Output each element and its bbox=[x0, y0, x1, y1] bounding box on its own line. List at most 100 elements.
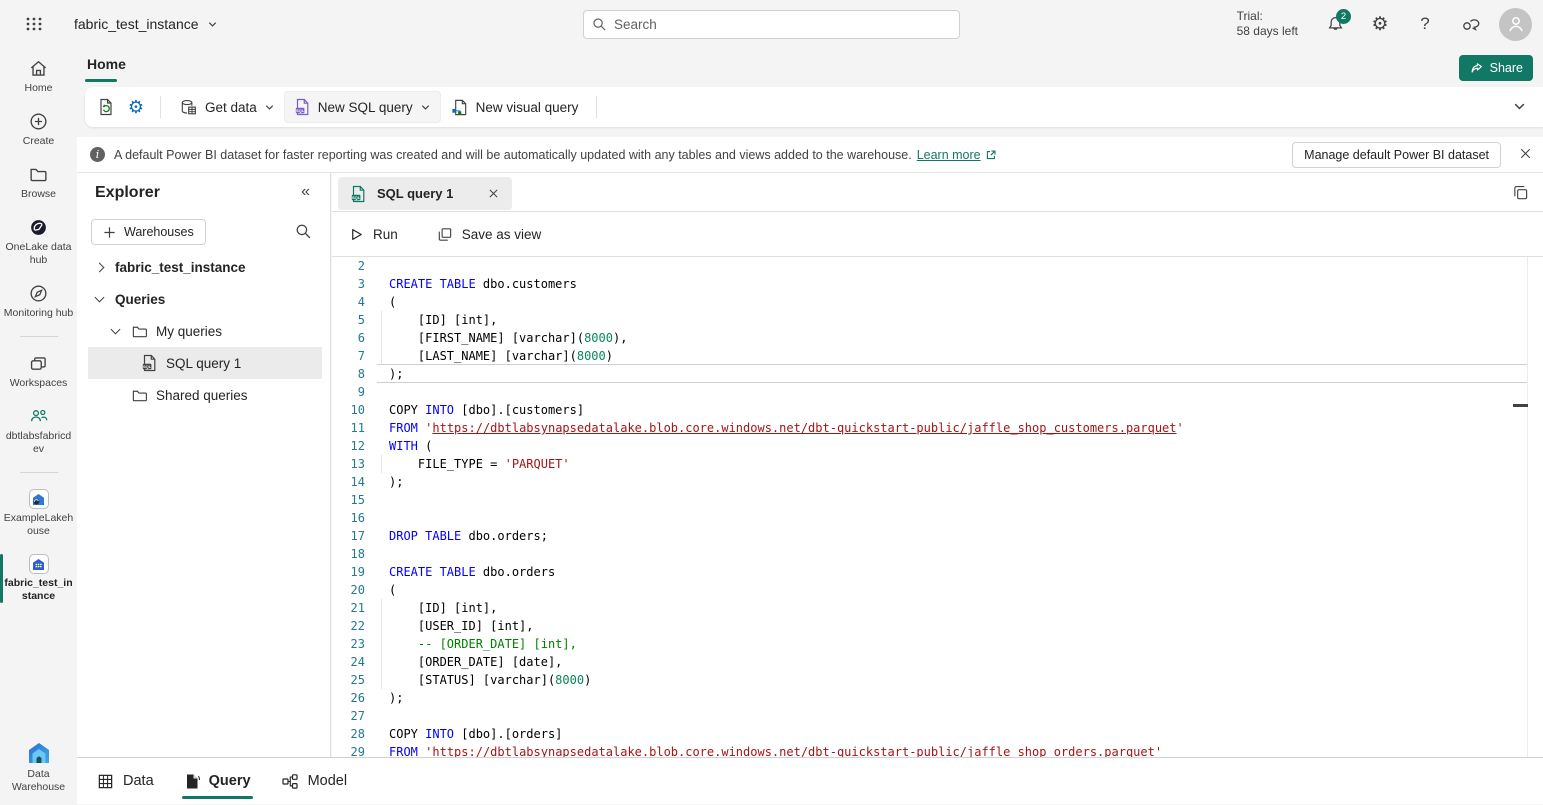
code-text: DROP TABLE dbo.orders; bbox=[389, 527, 548, 545]
code-line-11[interactable]: 11FROM 'https://dbtlabsynapsedatalake.bl… bbox=[332, 419, 1543, 437]
tree-item-label: My queries bbox=[156, 324, 222, 339]
home-icon bbox=[28, 58, 49, 79]
code-text: WITH ( bbox=[389, 437, 432, 455]
code-line-15[interactable]: 15 bbox=[332, 491, 1543, 509]
rail-item-label: Monitoring hub bbox=[4, 307, 74, 320]
settings-button[interactable]: ⚙ bbox=[1364, 8, 1396, 40]
run-button[interactable]: Run bbox=[349, 227, 398, 242]
copy-button[interactable] bbox=[1512, 184, 1529, 206]
code-line-6[interactable]: 6 [FIRST_NAME] [varchar](8000), bbox=[332, 329, 1543, 347]
view-tab-model[interactable]: Model bbox=[279, 758, 350, 805]
tab-sql-query-1[interactable]: SQL SQL query 1 bbox=[338, 177, 512, 210]
chevron-right-icon[interactable] bbox=[91, 264, 107, 271]
workspaces-icon bbox=[28, 353, 49, 374]
collapse-panel-icon[interactable]: « bbox=[301, 183, 310, 201]
svg-text:SQL: SQL bbox=[296, 108, 305, 113]
warehouse-settings-button[interactable]: ⚙ bbox=[121, 92, 151, 122]
active-view-underline bbox=[182, 796, 253, 799]
save-as-view-icon bbox=[436, 226, 453, 243]
code-line-10[interactable]: 10COPY INTO [dbo].[customers] bbox=[332, 401, 1543, 419]
code-line-9[interactable]: 9 bbox=[332, 383, 1543, 401]
code-text: [LAST_NAME] [varchar](8000) bbox=[389, 347, 613, 365]
notifications-button[interactable]: 2 bbox=[1319, 8, 1351, 40]
tree-item-fabric-test-instance[interactable]: fabric_test_instance bbox=[77, 251, 329, 283]
tree-item-label: Queries bbox=[115, 292, 165, 307]
rail-item-fabric-test-instance[interactable]: fabric_test_instance bbox=[0, 554, 77, 603]
tree-item-my-queries[interactable]: My queries bbox=[77, 315, 329, 347]
editor-overview-ruler[interactable] bbox=[1527, 257, 1528, 757]
code-line-27[interactable]: 27 bbox=[332, 707, 1543, 725]
manage-default-dataset-button[interactable]: Manage default Power BI dataset bbox=[1292, 142, 1501, 168]
explorer-search-button[interactable] bbox=[295, 223, 312, 245]
rail-item-dbtlabsfabricdev[interactable]: dbtlabsfabricdev bbox=[0, 406, 77, 456]
code-line-4[interactable]: 4( bbox=[332, 293, 1543, 311]
line-number: 22 bbox=[332, 617, 365, 635]
rail-item-browse[interactable]: Browse bbox=[0, 164, 77, 201]
search-input[interactable] bbox=[614, 17, 951, 32]
close-icon bbox=[487, 187, 500, 200]
code-line-23[interactable]: 23 -- [ORDER_DATE] [int], bbox=[332, 635, 1543, 653]
save-as-view-button[interactable]: Save as view bbox=[436, 226, 542, 243]
code-line-2[interactable]: 2 bbox=[332, 257, 1543, 275]
code-line-13[interactable]: 13 FILE_TYPE = 'PARQUET' bbox=[332, 455, 1543, 473]
code-line-14[interactable]: 14); bbox=[332, 473, 1543, 491]
banner-close-button[interactable] bbox=[1518, 146, 1533, 166]
feedback-button[interactable] bbox=[1454, 8, 1486, 40]
code-line-22[interactable]: 22 [USER_ID] [int], bbox=[332, 617, 1543, 635]
code-line-26[interactable]: 26); bbox=[332, 689, 1543, 707]
workspace-title-dropdown[interactable]: fabric_test_instance bbox=[74, 16, 218, 32]
close-icon bbox=[1518, 146, 1533, 161]
learn-more-link[interactable]: Learn more bbox=[917, 148, 997, 162]
code-line-25[interactable]: 25 [STATUS] [varchar](8000) bbox=[332, 671, 1543, 689]
code-line-28[interactable]: 28COPY INTO [dbo].[orders] bbox=[332, 725, 1543, 743]
new-visual-query-button[interactable]: New visual query bbox=[441, 91, 588, 123]
code-line-12[interactable]: 12 WITH ( bbox=[332, 437, 1543, 455]
tree-item-sql-query-1[interactable]: SQLSQL query 1 bbox=[88, 347, 322, 379]
code-line-8[interactable]: 8); bbox=[332, 365, 1543, 383]
get-data-button[interactable]: Get data bbox=[170, 91, 284, 123]
code-line-18[interactable]: 18 bbox=[332, 545, 1543, 563]
sql-code-area[interactable]: 23CREATE TABLE dbo.customers4(5 [ID] [in… bbox=[332, 257, 1543, 757]
indent-guide bbox=[381, 599, 382, 617]
app-launcher-icon[interactable] bbox=[12, 4, 56, 44]
line-number: 4 bbox=[332, 293, 365, 311]
tree-item-shared-queries[interactable]: Shared queries bbox=[77, 379, 329, 411]
trial-status: Trial: 58 days left bbox=[1237, 9, 1298, 39]
avatar[interactable] bbox=[1499, 8, 1532, 41]
code-line-16[interactable]: 16 bbox=[332, 509, 1543, 527]
rail-item-workspaces[interactable]: Workspaces bbox=[0, 353, 77, 390]
code-line-7[interactable]: 7 [LAST_NAME] [varchar](8000) bbox=[332, 347, 1543, 365]
add-warehouses-button[interactable]: Warehouses bbox=[91, 219, 206, 245]
rail-item-home[interactable]: Home bbox=[0, 58, 77, 95]
chevron-down-icon[interactable] bbox=[91, 297, 107, 301]
view-tab-data[interactable]: Data bbox=[95, 758, 156, 805]
code-line-5[interactable]: 5 [ID] [int], bbox=[332, 311, 1543, 329]
rail-item-create[interactable]: Create bbox=[0, 111, 77, 148]
overview-ruler-marker bbox=[1513, 404, 1528, 407]
sql-file-icon: SQL bbox=[294, 98, 311, 116]
code-line-17[interactable]: 17DROP TABLE dbo.orders; bbox=[332, 527, 1543, 545]
refresh-dataset-button[interactable] bbox=[91, 92, 121, 122]
new-sql-query-button[interactable]: SQL New SQL query bbox=[284, 91, 441, 123]
line-number: 12 bbox=[332, 437, 365, 455]
share-button[interactable]: Share bbox=[1459, 55, 1533, 81]
code-line-3[interactable]: 3CREATE TABLE dbo.customers bbox=[332, 275, 1543, 293]
collapse-ribbon-button[interactable] bbox=[1513, 100, 1526, 118]
close-tab-button[interactable] bbox=[487, 187, 500, 200]
tab-home[interactable]: Home bbox=[85, 56, 128, 72]
chevron-down-icon[interactable] bbox=[107, 329, 123, 333]
code-line-21[interactable]: 21 [ID] [int], bbox=[332, 599, 1543, 617]
rail-item-monitoring-hub[interactable]: Monitoring hub bbox=[0, 283, 77, 320]
code-line-29[interactable]: 29FROM 'https://dbtlabsynapsedatalake.bl… bbox=[332, 743, 1543, 757]
help-button[interactable]: ? bbox=[1409, 8, 1441, 40]
rail-item-data-warehouse[interactable]: Data Warehouse bbox=[0, 741, 77, 794]
database-icon bbox=[179, 98, 198, 117]
code-line-19[interactable]: 19CREATE TABLE dbo.orders bbox=[332, 563, 1543, 581]
tree-item-queries[interactable]: Queries bbox=[77, 283, 329, 315]
view-tab-query[interactable]: Query bbox=[182, 758, 253, 805]
code-line-20[interactable]: 20( bbox=[332, 581, 1543, 599]
rail-item-onelake-data-hub[interactable]: OneLake data hub bbox=[0, 217, 77, 267]
rail-item-examplelakehouse[interactable]: ExampleLakehouse bbox=[0, 489, 77, 538]
code-line-24[interactable]: 24 [ORDER_DATE] [date], bbox=[332, 653, 1543, 671]
query-editor: SQL SQL query 1 Run Save as view 23CREAT… bbox=[332, 173, 1543, 757]
